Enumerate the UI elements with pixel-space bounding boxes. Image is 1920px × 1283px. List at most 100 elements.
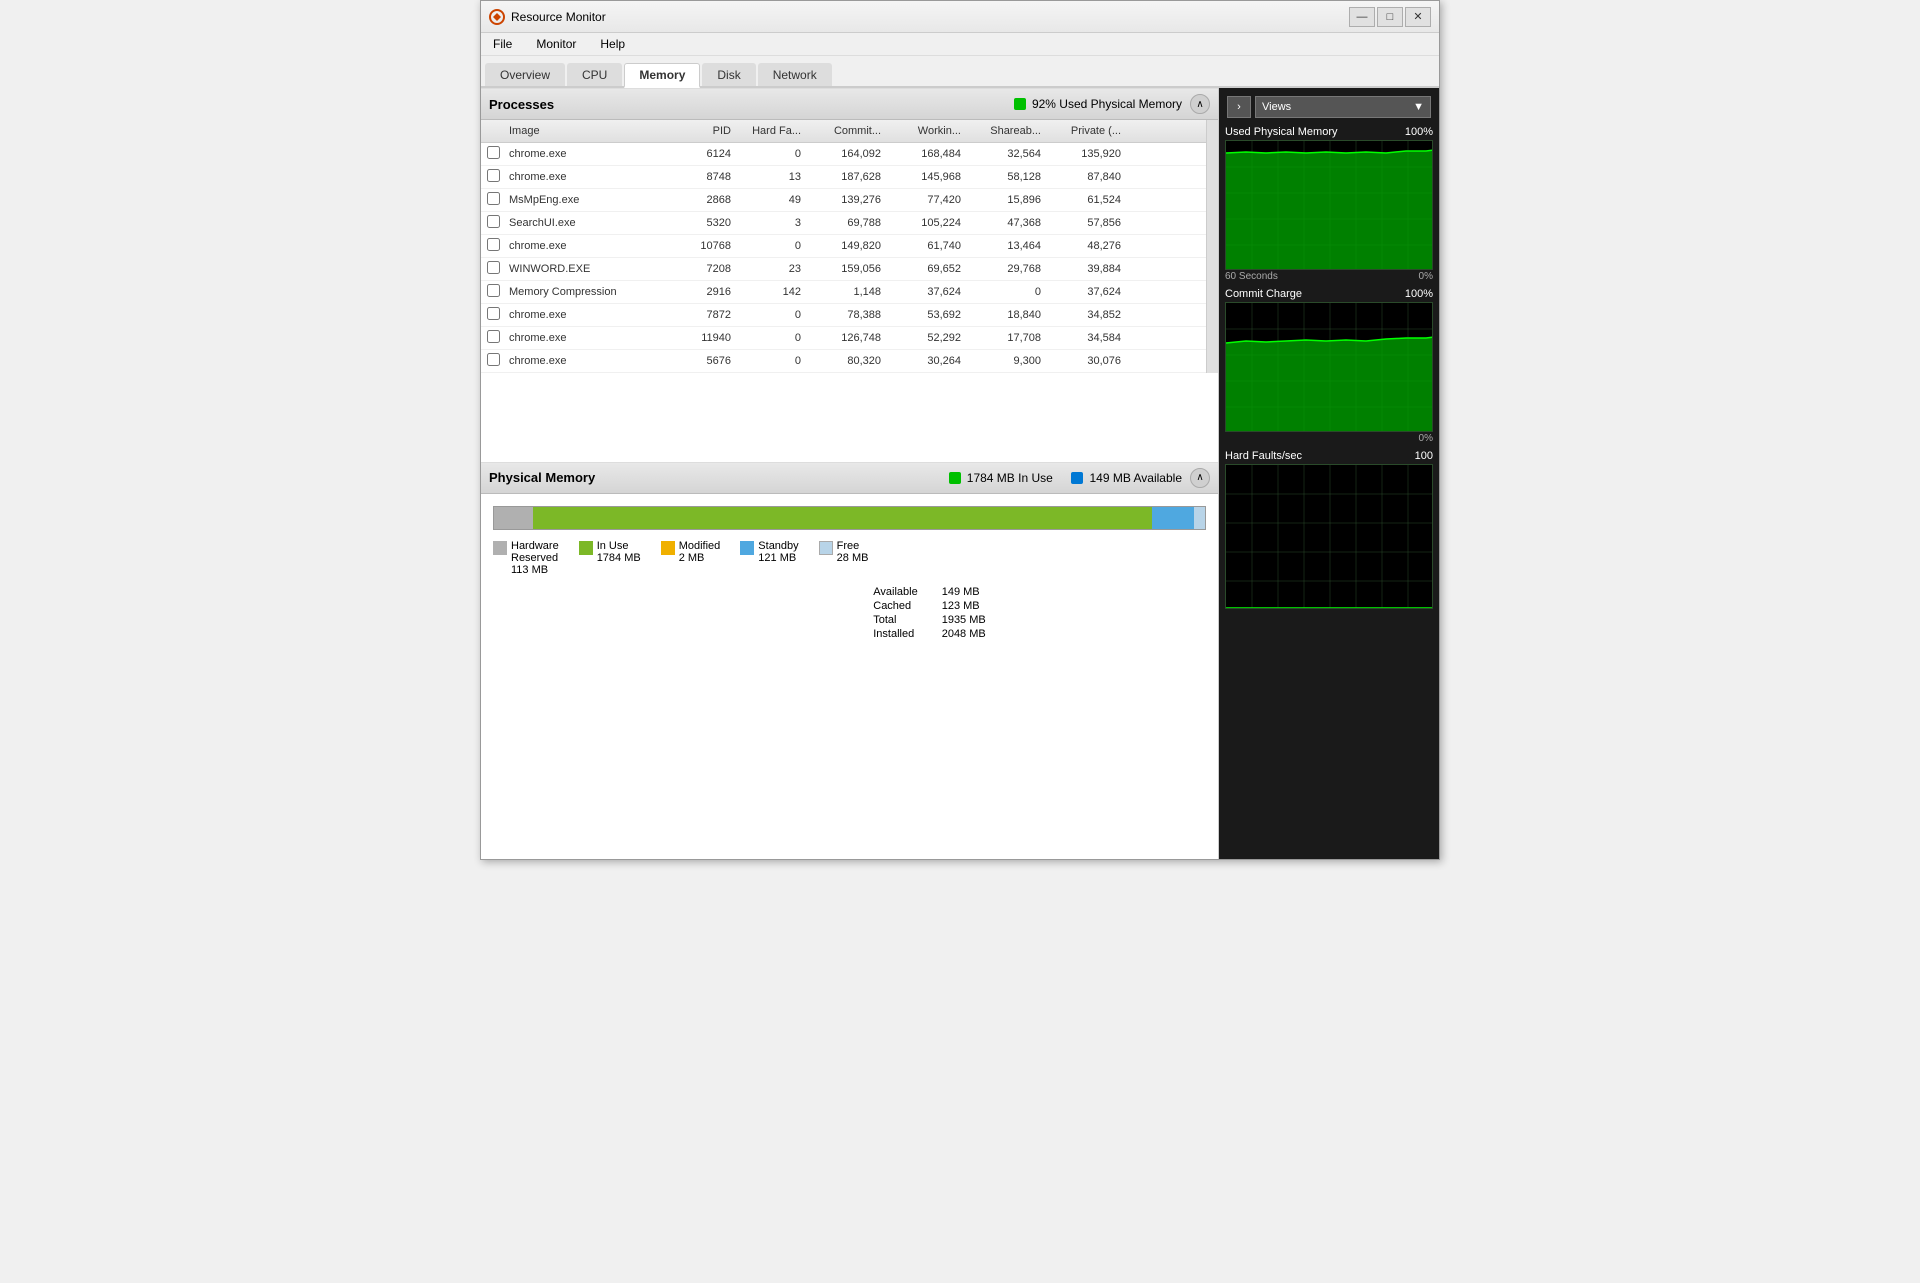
graph-1-canvas xyxy=(1225,140,1433,270)
graph-3-max: 100 xyxy=(1415,450,1433,462)
row-hardfaults: 0 xyxy=(735,146,805,162)
table-row[interactable]: MsMpEng.exe 2868 49 139,276 77,420 15,89… xyxy=(481,189,1206,212)
row-private: 57,856 xyxy=(1045,215,1125,231)
row-pid: 5320 xyxy=(675,215,735,231)
stat-installed-value: 2048 MB xyxy=(942,628,986,640)
row-shareable: 18,840 xyxy=(965,307,1045,323)
legend-free-label: Free xyxy=(837,540,869,552)
row-private: 37,624 xyxy=(1045,284,1125,300)
table-scrollbar[interactable] xyxy=(1206,120,1218,373)
col-header-commit[interactable]: Commit... xyxy=(805,123,885,139)
col-header-pid[interactable]: PID xyxy=(675,123,735,139)
expand-button[interactable]: › xyxy=(1227,96,1251,118)
graph-2-canvas xyxy=(1225,302,1433,432)
table-row[interactable]: SearchUI.exe 5320 3 69,788 105,224 47,36… xyxy=(481,212,1206,235)
graph-3-svg xyxy=(1226,465,1432,609)
legend-standby-label: Standby xyxy=(758,540,798,552)
row-private: 135,920 xyxy=(1045,146,1125,162)
processes-section-header[interactable]: Processes 92% Used Physical Memory ∧ xyxy=(481,88,1218,120)
col-header-working[interactable]: Workin... xyxy=(885,123,965,139)
row-pid: 2868 xyxy=(675,192,735,208)
graph-1-min: 0% xyxy=(1419,271,1433,282)
graph-1-time-label: 60 Seconds xyxy=(1225,271,1278,282)
table-row[interactable]: chrome.exe 8748 13 187,628 145,968 58,12… xyxy=(481,166,1206,189)
window-controls: — □ ✕ xyxy=(1349,7,1431,27)
row-pid: 7208 xyxy=(675,261,735,277)
row-image: chrome.exe xyxy=(505,330,675,346)
row-pid: 6124 xyxy=(675,146,735,162)
graph-2-footer: 0% xyxy=(1225,433,1433,444)
row-checkbox[interactable] xyxy=(481,328,505,348)
col-header-shareable[interactable]: Shareab... xyxy=(965,123,1045,139)
available-label: 149 MB Available xyxy=(1089,471,1182,485)
col-header-image[interactable]: Image xyxy=(505,123,675,139)
row-image: SearchUI.exe xyxy=(505,215,675,231)
row-pid: 8748 xyxy=(675,169,735,185)
table-row[interactable]: chrome.exe 11940 0 126,748 52,292 17,708… xyxy=(481,327,1206,350)
stat-installed-label: Installed xyxy=(873,628,917,640)
maximize-button[interactable]: □ xyxy=(1377,7,1403,27)
row-hardfaults: 49 xyxy=(735,192,805,208)
row-image: chrome.exe xyxy=(505,353,675,369)
bar-free xyxy=(1194,507,1205,529)
row-working: 145,968 xyxy=(885,169,965,185)
row-checkbox[interactable] xyxy=(481,144,505,164)
right-panel: › Views ▼ Used Physical Memory 100% xyxy=(1219,88,1439,859)
physical-memory-collapse-btn[interactable]: ∧ xyxy=(1190,468,1210,488)
row-commit: 139,276 xyxy=(805,192,885,208)
row-commit: 69,788 xyxy=(805,215,885,231)
row-shareable: 13,464 xyxy=(965,238,1045,254)
row-private: 39,884 xyxy=(1045,261,1125,277)
tab-network[interactable]: Network xyxy=(758,63,832,86)
graph-used-physical-memory: Used Physical Memory 100% xyxy=(1225,126,1433,282)
row-checkbox[interactable] xyxy=(481,236,505,256)
legend-modified-value: 2 MB xyxy=(679,552,721,564)
table-header: Image PID Hard Fa... Commit... Workin...… xyxy=(481,120,1206,143)
table-row[interactable]: chrome.exe 5676 0 80,320 30,264 9,300 30… xyxy=(481,350,1206,373)
row-checkbox[interactable] xyxy=(481,282,505,302)
close-button[interactable]: ✕ xyxy=(1405,7,1431,27)
bar-hardware xyxy=(494,507,533,529)
table-row[interactable]: WINWORD.EXE 7208 23 159,056 69,652 29,76… xyxy=(481,258,1206,281)
views-label: Views xyxy=(1262,101,1291,113)
menu-help[interactable]: Help xyxy=(592,35,633,53)
col-header-check xyxy=(481,123,505,139)
graph-2-max: 100% xyxy=(1405,288,1433,300)
legend-in-use: In Use 1784 MB xyxy=(579,540,641,576)
col-header-private[interactable]: Private (... xyxy=(1045,123,1125,139)
row-checkbox[interactable] xyxy=(481,213,505,233)
stat-available-value: 149 MB xyxy=(942,586,986,598)
row-checkbox[interactable] xyxy=(481,167,505,187)
table-row[interactable]: Memory Compression 2916 142 1,148 37,624… xyxy=(481,281,1206,304)
menu-monitor[interactable]: Monitor xyxy=(528,35,584,53)
row-shareable: 29,768 xyxy=(965,261,1045,277)
table-row[interactable]: chrome.exe 7872 0 78,388 53,692 18,840 3… xyxy=(481,304,1206,327)
row-working: 77,420 xyxy=(885,192,965,208)
row-checkbox[interactable] xyxy=(481,351,505,371)
bar-standby xyxy=(1152,507,1194,529)
row-checkbox[interactable] xyxy=(481,259,505,279)
left-panel: Processes 92% Used Physical Memory ∧ Ima… xyxy=(481,88,1219,859)
row-working: 37,624 xyxy=(885,284,965,300)
minimize-button[interactable]: — xyxy=(1349,7,1375,27)
menu-file[interactable]: File xyxy=(485,35,520,53)
legend-in-use-label: In Use xyxy=(597,540,641,552)
col-header-hardfaults[interactable]: Hard Fa... xyxy=(735,123,805,139)
graph-1-title: Used Physical Memory xyxy=(1225,126,1337,138)
tab-overview[interactable]: Overview xyxy=(485,63,565,86)
physical-memory-header[interactable]: Physical Memory 1784 MB In Use 149 MB Av… xyxy=(481,462,1218,494)
graph-3-title: Hard Faults/sec xyxy=(1225,450,1302,462)
row-checkbox[interactable] xyxy=(481,190,505,210)
row-checkbox[interactable] xyxy=(481,305,505,325)
legend-free: Free 28 MB xyxy=(819,540,869,576)
table-row[interactable]: chrome.exe 6124 0 164,092 168,484 32,564… xyxy=(481,143,1206,166)
tab-cpu[interactable]: CPU xyxy=(567,63,622,86)
row-shareable: 15,896 xyxy=(965,192,1045,208)
tab-disk[interactable]: Disk xyxy=(702,63,755,86)
tab-memory[interactable]: Memory xyxy=(624,63,700,88)
processes-collapse-btn[interactable]: ∧ xyxy=(1190,94,1210,114)
legend-standby-value: 121 MB xyxy=(758,552,798,564)
graph-hard-faults: Hard Faults/sec 100 xyxy=(1225,450,1433,609)
table-row[interactable]: chrome.exe 10768 0 149,820 61,740 13,464… xyxy=(481,235,1206,258)
views-button[interactable]: Views ▼ xyxy=(1255,96,1431,118)
